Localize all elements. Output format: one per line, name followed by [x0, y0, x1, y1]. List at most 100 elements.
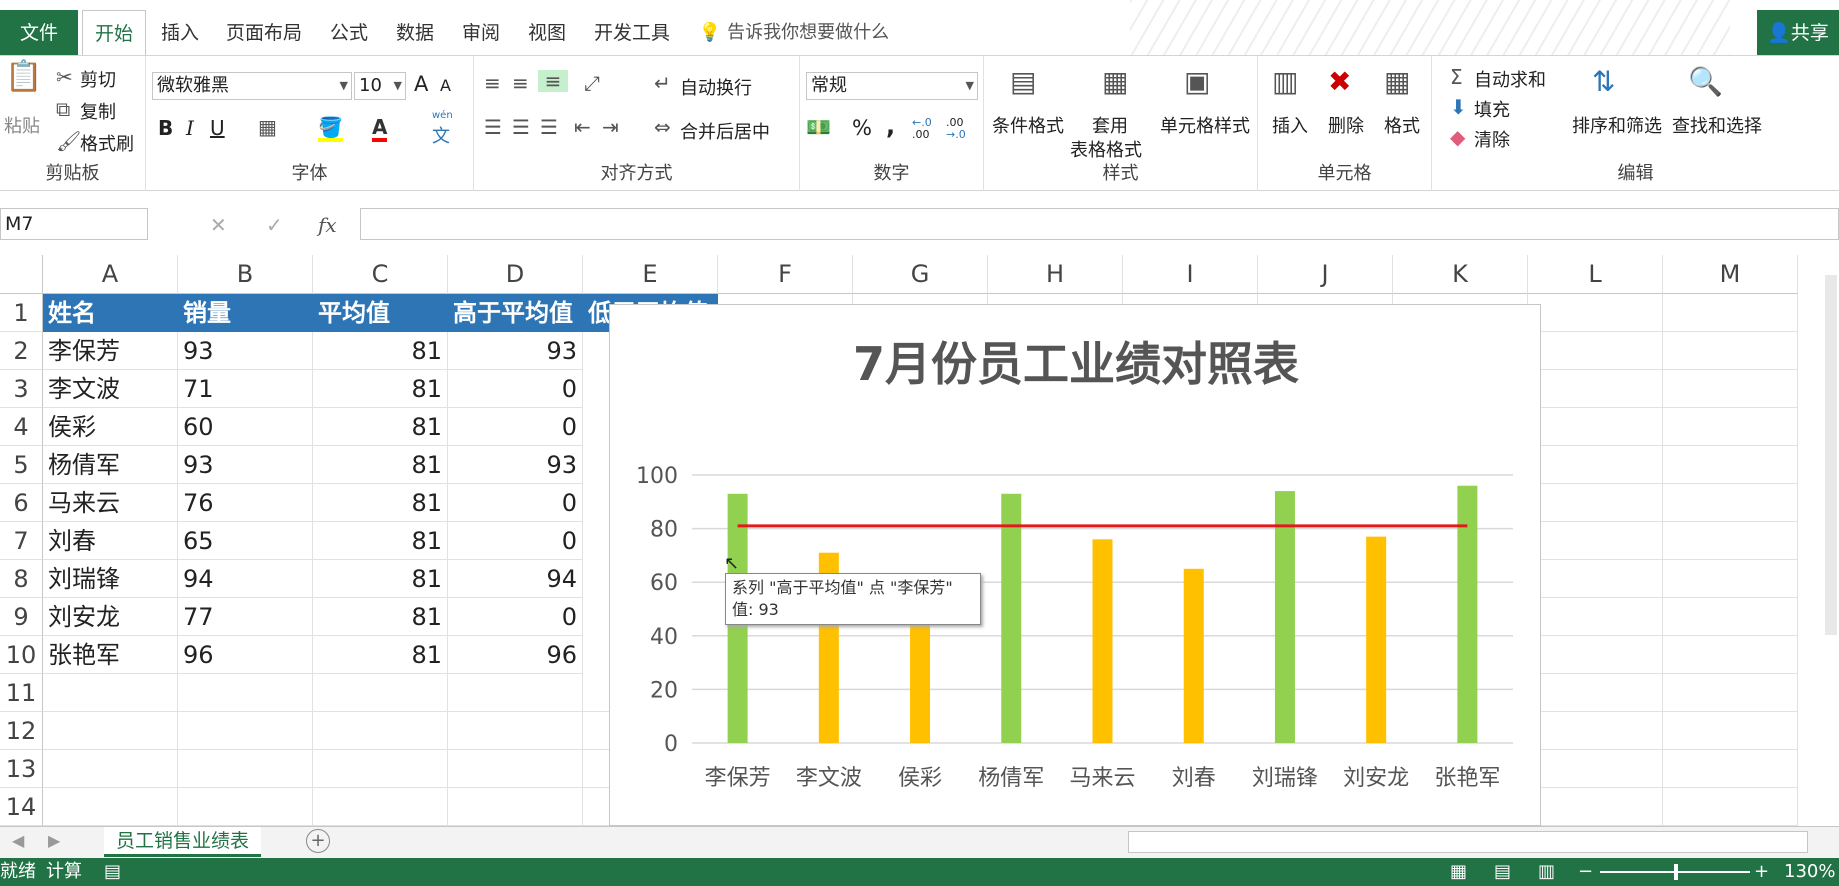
tab-home[interactable]: 开始 — [82, 10, 146, 55]
table-cell[interactable]: 93 — [178, 332, 313, 370]
status-calculate[interactable]: 计算 — [46, 858, 82, 886]
empty-cell[interactable] — [1528, 636, 1663, 674]
merge-center-button[interactable]: 合并后居中 — [680, 118, 770, 144]
row-header-4[interactable]: 4 — [0, 408, 43, 446]
empty-cell[interactable] — [1663, 636, 1798, 674]
header-cell[interactable]: 高于平均值 — [448, 294, 583, 332]
paste-icon[interactable]: 📋 — [4, 62, 44, 106]
table-cell[interactable]: 81 — [313, 332, 448, 370]
sort-filter-button[interactable]: 排序和筛选 — [1572, 112, 1662, 138]
sort-filter-icon[interactable]: ⇅ — [1592, 62, 1615, 102]
fill-down-icon[interactable]: ⬇ — [1450, 96, 1467, 118]
chart[interactable]: 7月份员工业绩对照表 0 20 40 60 80 100 李保芳 李文波 侯彩 杨倩军 马来云 刘春 刘瑞… — [609, 304, 1541, 826]
format-as-table-line1[interactable]: 套用 — [1092, 112, 1128, 138]
empty-cell[interactable] — [1663, 332, 1798, 370]
empty-cell[interactable] — [43, 674, 178, 712]
tab-page-layout[interactable]: 页面布局 — [222, 10, 306, 55]
phonetic-guide-top[interactable]: wén — [432, 110, 453, 121]
phonetic-guide-button[interactable]: 文 — [432, 122, 450, 148]
empty-cell[interactable] — [448, 674, 583, 712]
empty-cell[interactable] — [1528, 332, 1663, 370]
empty-cell[interactable] — [448, 712, 583, 750]
align-right-icon[interactable]: ☰ — [540, 116, 558, 138]
wrap-text-button[interactable]: 自动换行 — [680, 74, 752, 100]
table-cell[interactable]: 60 — [178, 408, 313, 446]
bar-低于平均值-5[interactable] — [1183, 568, 1204, 743]
table-cell[interactable]: 0 — [448, 484, 583, 522]
copy-icon[interactable]: ⧉ — [56, 98, 70, 120]
row-header-11[interactable]: 11 — [0, 674, 43, 712]
formula-input[interactable] — [360, 208, 1839, 240]
font-color-icon[interactable]: A — [372, 116, 388, 142]
next-sheet-icon[interactable]: ▶ — [48, 831, 60, 850]
empty-cell[interactable] — [1663, 712, 1798, 750]
italic-button[interactable]: I — [186, 116, 194, 140]
format-painter-icon[interactable]: 🖌 — [56, 130, 81, 152]
decrease-decimal-button[interactable]: →.0 — [946, 128, 966, 141]
cell-styles-button[interactable]: 单元格样式 — [1160, 112, 1250, 138]
empty-cell[interactable] — [1528, 408, 1663, 446]
row-header-14[interactable]: 14 — [0, 788, 43, 826]
decrease-indent-icon[interactable]: ⇤ — [574, 116, 591, 138]
empty-cell[interactable] — [1663, 522, 1798, 560]
clear-button[interactable]: 清除 — [1474, 126, 1510, 152]
insert-cells-icon[interactable]: ▥ — [1272, 62, 1298, 102]
empty-cell[interactable] — [1663, 674, 1798, 712]
conditional-format-button[interactable]: 条件格式 — [992, 112, 1064, 138]
fill-color-icon[interactable]: 🪣 — [318, 116, 343, 142]
empty-cell[interactable] — [313, 788, 448, 826]
column-header-A[interactable]: A — [43, 255, 178, 294]
align-center-icon[interactable]: ☰ — [512, 116, 530, 138]
name-box[interactable]: M7 — [0, 208, 148, 240]
empty-cell[interactable] — [1528, 788, 1663, 826]
column-header-M[interactable]: M — [1663, 255, 1798, 294]
column-header-C[interactable]: C — [313, 255, 448, 294]
column-header-D[interactable]: D — [448, 255, 583, 294]
row-header-1[interactable]: 1 — [0, 294, 43, 332]
shrink-font-button[interactable]: A — [440, 76, 451, 95]
format-cells-button[interactable]: 格式 — [1384, 112, 1420, 138]
empty-cell[interactable] — [43, 788, 178, 826]
horizontal-scrollbar[interactable] — [1128, 831, 1808, 853]
empty-cell[interactable] — [1663, 560, 1798, 598]
table-cell[interactable]: 77 — [178, 598, 313, 636]
table-cell[interactable]: 李保芳 — [43, 332, 178, 370]
normal-view-icon[interactable]: ▦ — [1450, 858, 1467, 886]
paste-button[interactable]: 粘贴 — [4, 112, 40, 138]
empty-cell[interactable] — [1663, 370, 1798, 408]
table-cell[interactable]: 81 — [313, 522, 448, 560]
empty-cell[interactable] — [1663, 788, 1798, 826]
empty-cell[interactable] — [1663, 294, 1798, 332]
table-cell[interactable]: 65 — [178, 522, 313, 560]
empty-cell[interactable] — [448, 788, 583, 826]
table-cell[interactable]: 刘春 — [43, 522, 178, 560]
merge-center-icon[interactable]: ⇔ — [654, 116, 671, 138]
empty-cell[interactable] — [1528, 560, 1663, 598]
select-all-corner[interactable] — [0, 255, 43, 294]
bar-高于平均值-6[interactable] — [1274, 491, 1295, 743]
copy-button[interactable]: 复制 — [80, 98, 116, 124]
zoom-in-icon[interactable]: + — [1754, 858, 1769, 886]
magnifier-icon[interactable]: 🔍 — [1688, 62, 1723, 102]
table-cell[interactable]: 71 — [178, 370, 313, 408]
column-header-H[interactable]: H — [988, 255, 1123, 294]
zoom-level[interactable]: 130% — [1784, 858, 1835, 886]
delete-cells-button[interactable]: 删除 — [1328, 112, 1364, 138]
table-cell[interactable]: 76 — [178, 484, 313, 522]
empty-cell[interactable] — [178, 750, 313, 788]
cell-styles-icon[interactable]: ▣ — [1184, 62, 1210, 102]
row-header-13[interactable]: 13 — [0, 750, 43, 788]
empty-cell[interactable] — [313, 712, 448, 750]
align-bottom-icon[interactable]: ≡ — [538, 70, 568, 92]
insert-function-icon[interactable]: fx — [318, 214, 337, 236]
table-cell[interactable]: 81 — [313, 408, 448, 446]
tell-me-search[interactable]: 💡 告诉我你想要做什么 — [694, 10, 894, 55]
empty-cell[interactable] — [1528, 294, 1663, 332]
cut-button[interactable]: 剪切 — [80, 66, 116, 92]
empty-cell[interactable] — [1663, 598, 1798, 636]
table-cell[interactable]: 张艳军 — [43, 636, 178, 674]
align-left-icon[interactable]: ☰ — [484, 116, 502, 138]
bar-高于平均值-8[interactable] — [1457, 485, 1478, 743]
prev-sheet-icon[interactable]: ◀ — [12, 831, 24, 850]
delete-cells-icon[interactable]: ✖ — [1328, 62, 1351, 102]
